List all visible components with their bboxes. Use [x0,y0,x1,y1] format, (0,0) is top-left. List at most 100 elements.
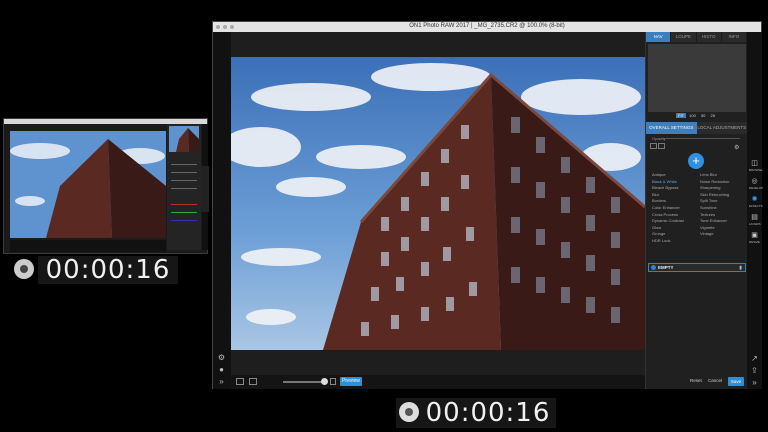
preview-button[interactable]: Preview [340,377,362,386]
zoom-50-button[interactable]: 50 [699,113,707,118]
tab-local-adjustments[interactable]: LOCAL ADJUSTMENTS [696,122,747,134]
zoom-slider-handle[interactable] [321,378,328,385]
left-toolbar: ⚙ ● » [213,32,231,389]
add-filter-button[interactable]: + [688,153,704,169]
gear-icon[interactable]: ⚙ [217,353,226,362]
filter-item[interactable]: Noise Reduction [700,179,746,186]
effects-icon: ✺ [751,196,758,203]
right-panel: NAV LOUPE HISTO INFO FIT 100 50 25 OVERA… [645,32,747,389]
tab-info[interactable]: INFO [721,32,747,42]
building-photo [231,57,645,350]
browse-icon: ◫ [751,160,758,167]
opacity-slider[interactable] [664,138,740,139]
module-label: RESIZE [749,240,760,244]
filmstrip-icon[interactable] [249,378,257,385]
filter-item[interactable]: HDR Look [652,238,698,245]
pip-slider [171,180,197,181]
panel-tabs: NAV LOUPE HISTO INFO [646,32,747,42]
filter-item[interactable]: Vignette [700,225,746,232]
tab-overall-settings[interactable]: OVERALL SETTINGS [646,122,697,134]
cancel-button[interactable]: Cancel [708,378,722,383]
filter-item[interactable]: Black & White [652,179,698,186]
camera-aperture-icon [399,402,419,422]
filter-item[interactable]: Color Enhancer [652,205,698,212]
grid-view-icon[interactable] [236,378,244,385]
layer-enabled-icon[interactable] [651,265,656,270]
photo-canvas[interactable] [231,57,645,350]
expand-icon[interactable]: » [217,377,226,386]
navigator-preview[interactable] [648,44,746,112]
filter-item[interactable]: Cross Process [652,212,698,219]
develop-icon: ◎ [751,178,758,185]
app-window: ON1 Photo RAW 2017 | _MG_2735.CR2 @ 100.… [212,21,764,389]
tab-nav[interactable]: NAV [646,32,672,42]
layer-mask-icon[interactable] [658,143,665,149]
expand-panel-icon[interactable]: » [750,378,759,387]
pip-right-panel [167,124,201,250]
filter-item[interactable]: Split Tone [700,198,746,205]
module-label: DEVELOP [749,186,764,190]
filter-item[interactable]: Dynamic Contrast [652,218,698,225]
camera-aperture-icon [14,259,34,279]
filter-item[interactable]: Blur [652,192,698,199]
module-effects[interactable]: ✺ EFFECTS [749,196,763,210]
window-title: ON1 Photo RAW 2017 | _MG_2735.CR2 @ 100.… [409,23,565,29]
filter-item[interactable]: Lens Blur [700,172,746,179]
module-label: BROWSE [749,168,763,172]
zoom-fit-button[interactable]: FIT [676,113,687,118]
filter-item[interactable]: Sunshine [700,205,746,212]
tab-loupe[interactable]: LOUPE [671,32,697,42]
pip-slider [171,212,197,213]
filter-item[interactable]: Antique [652,172,698,179]
pip-slider [171,164,197,165]
pip-building-photo [10,131,166,238]
settings-tabs: OVERALL SETTINGS LOCAL ADJUSTMENTS [646,122,747,134]
filter-item[interactable]: Glow [652,225,698,232]
share-icon[interactable]: ↗ [750,354,759,363]
pip-photo [10,131,166,238]
module-develop[interactable]: ◎ DEVELOP [749,178,764,192]
zoom-options: FIT 100 50 25 [646,113,747,121]
module-strip: ◫ BROWSE ◎ DEVELOP ✺ EFFECTS ▤ LAYERS ▣ RESIZ… [747,32,764,389]
filter-item[interactable]: Grunge [652,231,698,238]
zoom-100-button[interactable]: 100 [687,113,698,118]
settings-gear-icon[interactable]: ⚙ [734,144,739,151]
layer-name: EMPTY [658,265,674,270]
panel-footer: Reset Cancel Save [646,375,747,389]
pip-navigator [169,126,199,152]
pip-timer: 00:00:16 [14,253,178,285]
save-button[interactable]: Save [728,377,744,386]
pip-slider [171,188,197,189]
zoom-slider[interactable] [283,381,325,383]
module-browse[interactable]: ◫ BROWSE [749,160,763,174]
effect-layer-row[interactable]: EMPTY ▮ [648,263,746,272]
filter-item[interactable]: Sharpening [700,185,746,192]
module-label: EFFECTS [749,204,763,208]
compare-icon[interactable] [330,378,336,385]
resize-icon: ▣ [751,232,758,239]
trash-icon[interactable]: ▮ [739,265,742,271]
pip-slider [171,204,197,205]
filter-item[interactable]: Vintage [700,231,746,238]
filter-item[interactable]: Tone Enhancer [700,218,746,225]
filter-column-right: Lens Blur Noise Reduction Sharpening Ski… [700,172,746,238]
pip-bottom-bar [10,240,166,252]
filter-item[interactable]: Borders [652,198,698,205]
elapsed-time: 00:00:16 [38,256,178,284]
elapsed-time: 00:00:16 [425,398,551,428]
module-resize[interactable]: ▣ RESIZE [749,232,760,246]
tab-histo[interactable]: HISTO [696,32,722,42]
filter-column-left: Antique Black & White Bleach Bypass Blur… [652,172,698,245]
module-label: LAYERS [749,222,761,226]
pip-slider [171,220,197,221]
filter-item[interactable]: Bleach Bypass [652,185,698,192]
filter-item[interactable]: Skin Retouching [700,192,746,199]
zoom-25-button[interactable]: 25 [709,113,717,118]
pip-side-tools [201,166,209,212]
layer-visibility-icon[interactable] [650,143,657,149]
help-icon[interactable]: ● [217,365,226,374]
export-icon[interactable]: ⇪ [750,366,759,375]
filter-item[interactable]: Textures [700,212,746,219]
module-layers[interactable]: ▤ LAYERS [749,214,761,228]
reset-button[interactable]: Reset [690,378,702,383]
